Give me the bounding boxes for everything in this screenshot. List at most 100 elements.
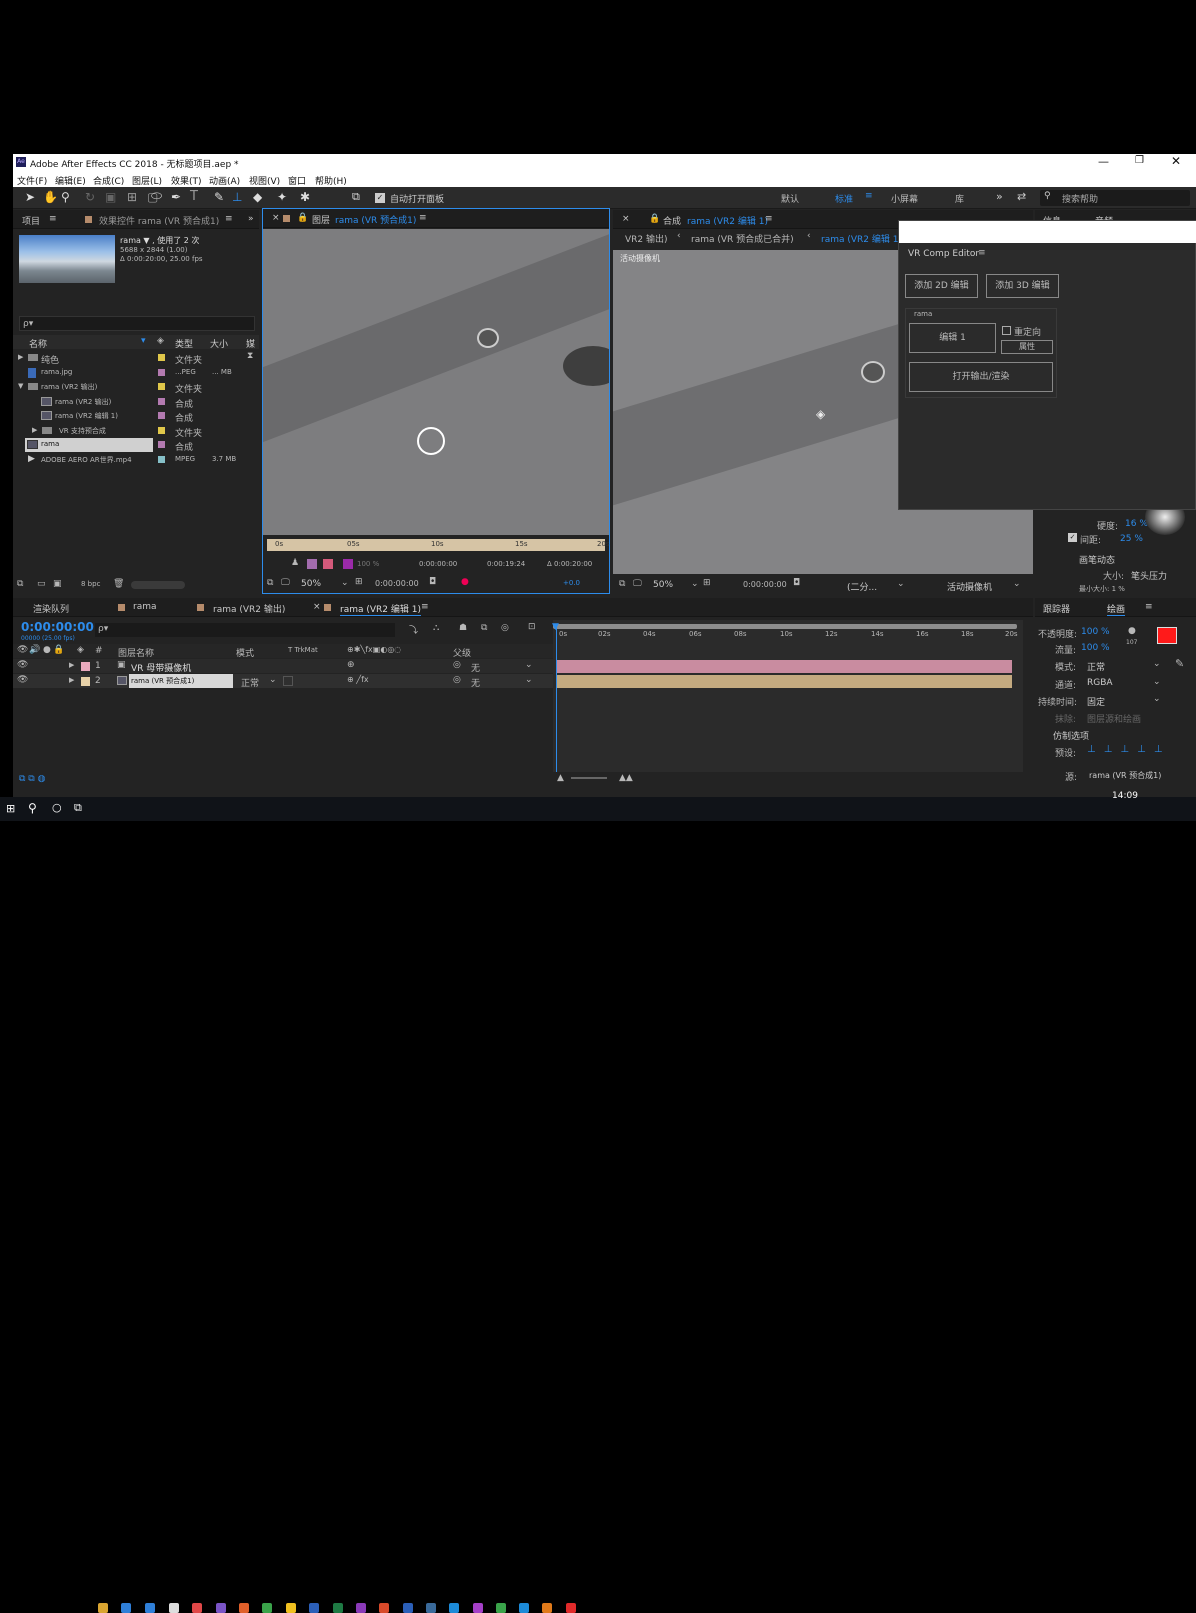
timeline-search-input[interactable]: ρ▾ [95, 623, 395, 637]
open-output-render-button[interactable]: 打开输出/渲染 [909, 362, 1053, 392]
brush-cursor-icon[interactable] [417, 427, 445, 455]
monitor-icon[interactable]: 🖵 [281, 578, 290, 588]
tab-layer[interactable]: 图层 [312, 213, 330, 226]
chevron-down-icon[interactable]: ⌄ [1153, 677, 1161, 687]
workspace-library[interactable]: 库 [955, 192, 964, 205]
collapse-arrow-icon[interactable]: ▼ [18, 382, 23, 390]
text-tool-icon[interactable]: T [190, 189, 198, 204]
workspace-menu-icon[interactable]: ≡ [865, 191, 873, 201]
col-mode[interactable]: 模式 [236, 646, 254, 659]
minimize-button[interactable]: — [1098, 155, 1109, 168]
source-select[interactable]: rama (VR 预合成1) [1089, 770, 1161, 781]
parent-pickwhip-icon[interactable]: ◎ [453, 675, 461, 685]
spacing-value[interactable]: 25 % [1120, 534, 1143, 544]
menu-composition[interactable]: 合成(C) [93, 174, 124, 187]
chevron-down-icon[interactable]: ⌄ [1153, 694, 1161, 704]
selection-tool-icon[interactable]: ➤ [25, 190, 35, 204]
shy-switch-icon[interactable]: ⊕ [347, 660, 355, 670]
out-point[interactable]: 0:00:19:24 [487, 560, 525, 568]
close-button[interactable]: ✕ [1171, 154, 1181, 168]
layer-switches-toggle-icon[interactable]: ⧉ ⧉ ◍ [19, 774, 45, 784]
add-3d-edit-button[interactable]: 添加 3D 编辑 [986, 274, 1059, 298]
col-parent[interactable]: 父级 [453, 646, 471, 659]
spacing-checkbox[interactable]: ✓ [1068, 533, 1077, 542]
more-workspaces-icon[interactable]: » [996, 190, 1003, 203]
app-icon[interactable] [426, 1603, 436, 1613]
list-item[interactable]: ▼ rama (VR2 输出) 文件夹 [13, 380, 245, 395]
chevron-down-icon[interactable]: ⌄ [1013, 579, 1021, 589]
app-icon[interactable] [449, 1603, 459, 1613]
list-item[interactable]: rama.jpg ...PEG ... MB [13, 366, 245, 381]
workspace-standard[interactable]: 标准 [835, 192, 853, 205]
close-tab-icon[interactable]: × [313, 602, 321, 612]
app-icon[interactable] [286, 1603, 296, 1613]
properties-button[interactable]: 属性 [1001, 340, 1053, 354]
mask-swatch-2[interactable] [323, 559, 333, 569]
zoom-tool-icon[interactable]: ⚲ [61, 190, 70, 204]
menu-view[interactable]: 视图(V) [249, 174, 280, 187]
mask-swatch-1[interactable] [307, 559, 317, 569]
switches-icon[interactable]: ⊕ ╱fx [347, 675, 369, 684]
maximize-button[interactable]: ❐ [1135, 155, 1144, 166]
tab-rama[interactable]: rama [133, 602, 157, 612]
thumbnail-slider[interactable] [131, 581, 185, 589]
breadcrumb-item[interactable]: VR2 输出) [625, 232, 668, 245]
app-icon[interactable] [309, 1603, 319, 1613]
trkmat-box[interactable] [283, 676, 293, 686]
flowchart-icon[interactable]: ⧗ [247, 351, 253, 361]
work-area-bar[interactable] [553, 624, 1017, 629]
region-icon[interactable]: ⊞ [355, 577, 363, 587]
app-icon[interactable] [403, 1603, 413, 1613]
col-layer-name[interactable]: 图层名称 [118, 646, 154, 659]
mode-select[interactable]: 正常 [1087, 660, 1105, 673]
app-icon[interactable] [192, 1603, 202, 1613]
lock-icon[interactable]: 🔒 [297, 213, 308, 223]
app-icon[interactable] [121, 1603, 131, 1613]
layer-bar-2[interactable] [556, 675, 1012, 688]
app-icon[interactable] [473, 1603, 483, 1613]
app-icon[interactable] [262, 1603, 272, 1613]
puppet-tool-icon[interactable]: ✱ [300, 190, 310, 204]
current-time[interactable]: 0:00:00:00 [743, 580, 787, 589]
panel-more-icon[interactable]: » [248, 214, 254, 224]
eye-icon[interactable]: 👁 [17, 660, 28, 670]
paint-menu-icon[interactable]: ≡ [1145, 602, 1153, 612]
foreground-color[interactable] [1157, 627, 1177, 644]
help-search-box[interactable]: ⚲ 搜索帮助 [1040, 190, 1190, 206]
resolution-select[interactable]: (二分... [847, 580, 877, 593]
reorient-checkbox[interactable] [1002, 326, 1011, 335]
region-icon[interactable]: ⊞ [703, 578, 711, 588]
parent-select[interactable]: 无 [471, 661, 480, 674]
chevron-down-icon[interactable]: ⌄ [897, 579, 905, 589]
tab-paint[interactable]: 绘画 [1107, 602, 1126, 616]
mask-swatch-3[interactable] [343, 559, 353, 569]
zoom-select[interactable]: 50% [653, 580, 673, 590]
erase-select[interactable]: 图层源和绘画 [1087, 712, 1141, 725]
brush-tool-icon[interactable]: ✎ [214, 190, 224, 204]
comp-flowchart-icon[interactable]: ⤵ [409, 623, 418, 636]
edit-1-button[interactable]: 编辑 1 [909, 323, 996, 353]
layer-name[interactable]: VR 母带摄像机 [131, 661, 191, 674]
rotate-tool-icon[interactable]: ↻ [85, 190, 95, 204]
timeline-menu-icon[interactable]: ≡ [421, 602, 429, 612]
col-size[interactable]: 大小 [210, 337, 228, 350]
breadcrumb-item-active[interactable]: rama (VR2 编辑 1) [821, 232, 902, 245]
eyedropper-icon[interactable]: ✎ [1175, 657, 1184, 670]
table-row[interactable]: 👁 ▶ 2 rama (VR 预合成1) 正常 ⌄ ⊕ ╱fx ◎ 无 ⌄ [13, 674, 553, 689]
pen-tool-icon[interactable]: ✒ [171, 190, 181, 204]
color-channel-icon[interactable]: ● [461, 577, 469, 587]
parent-pickwhip-icon[interactable]: ◎ [453, 660, 461, 670]
tab-composition[interactable]: 合成 [663, 214, 681, 227]
tab-project[interactable]: 项目 [22, 214, 40, 227]
app-icon[interactable] [239, 1603, 249, 1613]
eraser-tool-icon[interactable]: ◆ [253, 190, 262, 204]
col-trkmat[interactable]: T TrkMat [288, 646, 318, 654]
clone-stamp-tool-icon[interactable]: ⊥ [232, 190, 242, 204]
offset-readout[interactable]: +0.0 [563, 579, 580, 587]
app-icon[interactable] [542, 1603, 552, 1613]
snapshot-icon[interactable]: ◘ [429, 577, 436, 587]
brush-tip-icon[interactable]: ● [1128, 626, 1136, 636]
vr-editor-menu-icon[interactable]: ≡ [978, 248, 986, 258]
workspace-default[interactable]: 默认 [781, 192, 799, 205]
panel-toggle-icon[interactable]: ⧉ [352, 190, 360, 204]
